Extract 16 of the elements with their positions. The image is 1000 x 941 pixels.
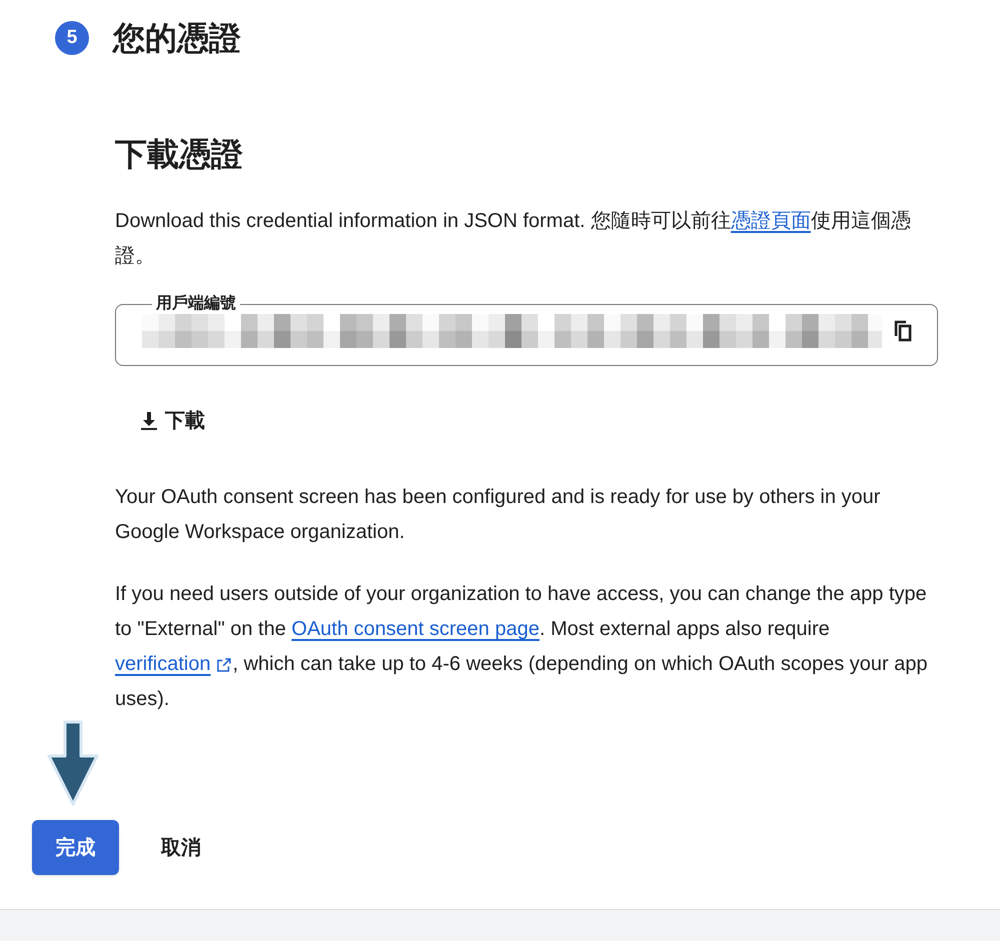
intro-text: Download this credential information in JSON format. 您隨時可以前往憑證頁面使用這個憑證。 bbox=[115, 209, 912, 269]
link[interactable]: OAuth consent screen page bbox=[292, 618, 540, 640]
link[interactable]: 憑證頁面 bbox=[730, 210, 811, 232]
download-button[interactable]: 下載 bbox=[137, 406, 205, 436]
done-button[interactable]: 完成 bbox=[32, 820, 119, 875]
link[interactable]: verification bbox=[115, 647, 233, 682]
section-title: 下載憑證 bbox=[115, 135, 244, 174]
step-number: 5 bbox=[55, 21, 89, 55]
field-label: 用戶端編號 bbox=[154, 294, 237, 314]
step-title: 您的憑證 bbox=[113, 19, 241, 58]
cancel-button[interactable]: 取消 bbox=[141, 820, 221, 875]
arrow-icon bbox=[45, 720, 101, 806]
paragraph: If you need users outside of your organization to have access, you can change the app type to "External" on the OAuth consent screen page. Most external apps also require verification , which can take up to 4-6 weeks (depending on which OAuth scopes your app uses). bbox=[115, 582, 928, 712]
client-id-field[interactable]: 用戶端編號 bbox=[115, 294, 938, 366]
paragraph: Your OAuth consent screen has been configured and is ready for use by others in your Google Workspace organization. bbox=[115, 485, 882, 545]
external-link-icon bbox=[214, 656, 233, 674]
